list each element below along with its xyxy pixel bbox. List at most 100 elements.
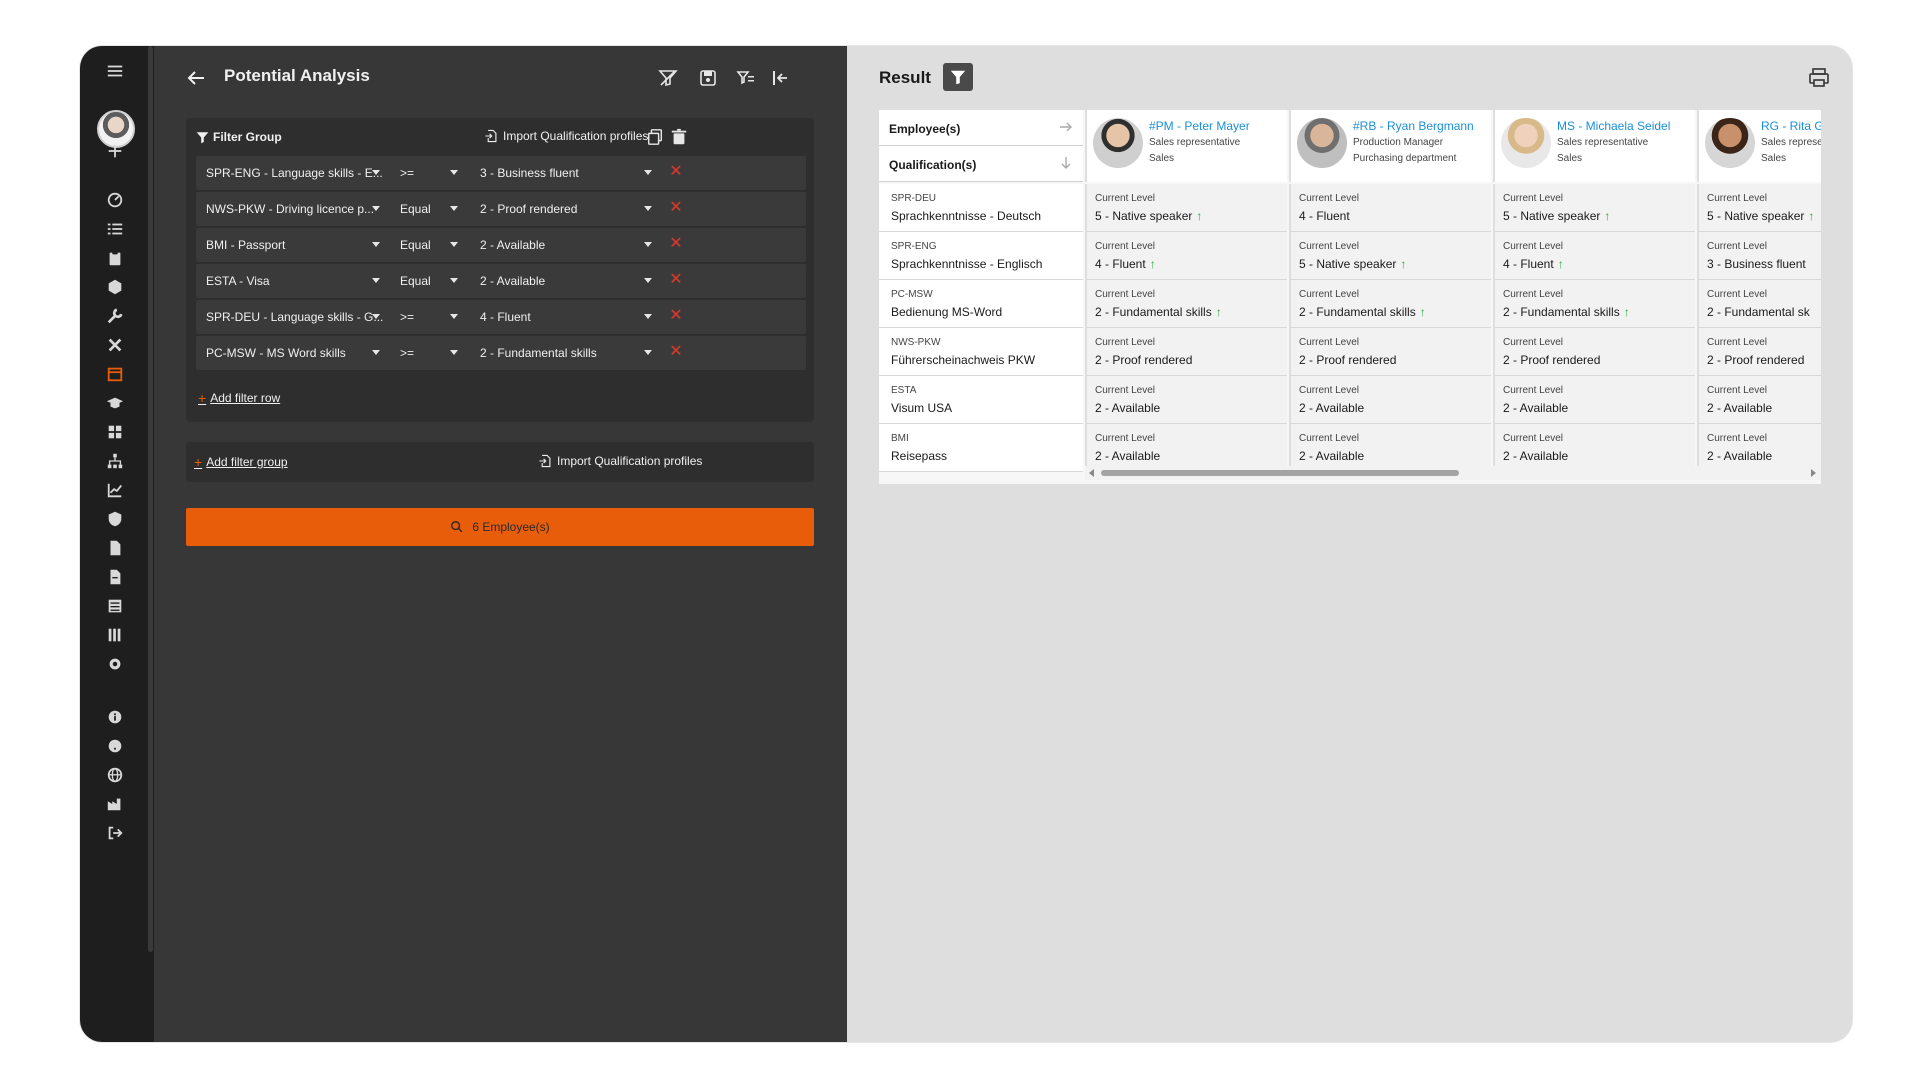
operator-select[interactable]: Equal [400, 202, 431, 216]
shield-icon[interactable] [98, 504, 132, 534]
operator-select[interactable]: >= [400, 346, 414, 360]
chevron-down-icon[interactable] [644, 242, 652, 247]
operator-select[interactable]: Equal [400, 274, 431, 288]
remove-row-icon[interactable]: ✕ [668, 344, 684, 360]
help-icon[interactable] [98, 731, 132, 761]
employees-row-header[interactable]: Employee(s) [879, 110, 1083, 146]
qualification-code: NWS-PKW [891, 337, 941, 348]
list-icon[interactable] [98, 591, 132, 621]
qualification-select[interactable]: BMI - Passport [206, 238, 285, 252]
level-select[interactable]: 2 - Available [480, 274, 545, 288]
document-icon[interactable] [98, 562, 132, 592]
level-select[interactable]: 2 - Available [480, 238, 545, 252]
gear-icon[interactable] [98, 649, 132, 679]
chevron-down-icon[interactable] [372, 350, 380, 355]
arrow-down-icon[interactable] [1059, 156, 1073, 170]
qualification-select[interactable]: PC-MSW - MS Word skills [206, 346, 346, 360]
hamburger-menu-icon[interactable] [98, 56, 132, 86]
chevron-down-icon[interactable] [450, 350, 458, 355]
remove-row-icon[interactable]: ✕ [668, 164, 684, 180]
chevron-down-icon[interactable] [372, 314, 380, 319]
chevron-down-icon[interactable] [450, 170, 458, 175]
operator-select[interactable]: Equal [400, 238, 431, 252]
employee-name-link[interactable]: #RB - Ryan Bergmann [1353, 119, 1474, 133]
chevron-down-icon[interactable] [644, 206, 652, 211]
clipboard-icon[interactable] [98, 243, 132, 273]
trash-icon[interactable] [670, 128, 688, 146]
calendar-icon[interactable] [98, 359, 132, 389]
employee-role: Sales represe [1761, 137, 1821, 148]
save-icon[interactable] [694, 64, 722, 92]
remove-row-icon[interactable]: ✕ [668, 200, 684, 216]
collapse-panel-icon[interactable] [766, 64, 794, 92]
dashboard-icon[interactable] [98, 185, 132, 215]
search-employees-button[interactable]: 6 Employee(s) [186, 508, 814, 546]
filter-list-icon[interactable] [732, 64, 760, 92]
logout-icon[interactable] [98, 818, 132, 848]
chevron-down-icon[interactable] [644, 278, 652, 283]
qualification-select[interactable]: SPR-DEU - Language skills - G... [206, 310, 383, 324]
chevron-down-icon[interactable] [644, 350, 652, 355]
remove-row-icon[interactable]: ✕ [668, 236, 684, 252]
checklist-icon[interactable] [98, 214, 132, 244]
org-chart-icon[interactable] [98, 446, 132, 476]
level-select[interactable]: 2 - Fundamental skills [480, 346, 597, 360]
qualification-select[interactable]: NWS-PKW - Driving licence p... [206, 202, 374, 216]
employee-card[interactable]: RG - Rita G Sales represe Sales [1697, 110, 1821, 182]
library-icon[interactable] [98, 620, 132, 650]
operator-select[interactable]: >= [400, 166, 414, 180]
document-check-icon[interactable] [98, 533, 132, 563]
box-icon[interactable] [98, 272, 132, 302]
qualifications-row-header[interactable]: Qualification(s) [879, 146, 1083, 182]
chevron-down-icon[interactable] [372, 242, 380, 247]
add-filter-row-link[interactable]: + Add filter row [198, 390, 280, 406]
back-arrow-icon[interactable] [184, 66, 208, 90]
employee-name-link[interactable]: #PM - Peter Mayer [1149, 119, 1250, 133]
remove-row-icon[interactable]: ✕ [668, 272, 684, 288]
chevron-down-icon[interactable] [450, 242, 458, 247]
rail-scrollbar[interactable] [148, 46, 153, 952]
qualification-select[interactable]: ESTA - Visa [206, 274, 270, 288]
graduation-cap-icon[interactable] [98, 388, 132, 418]
scrollbar-thumb[interactable] [1101, 470, 1459, 476]
chevron-down-icon[interactable] [372, 206, 380, 211]
horizontal-scrollbar[interactable] [1085, 466, 1821, 480]
globe-icon[interactable] [98, 760, 132, 790]
import-qualification-profiles-link[interactable]: Import Qualification profiles [538, 454, 702, 468]
chevron-down-icon[interactable] [644, 170, 652, 175]
arrow-right-icon[interactable] [1059, 120, 1073, 134]
employee-card[interactable]: #RB - Ryan Bergmann Production Manager Pur… [1289, 110, 1491, 182]
plus-icon[interactable] [98, 136, 132, 166]
copy-icon[interactable] [646, 128, 664, 146]
operator-select[interactable]: >= [400, 310, 414, 324]
level-select[interactable]: 4 - Fluent [480, 310, 531, 324]
chevron-down-icon[interactable] [450, 278, 458, 283]
scroll-left-icon[interactable] [1089, 469, 1094, 477]
scroll-right-icon[interactable] [1811, 469, 1816, 477]
chevron-down-icon[interactable] [450, 314, 458, 319]
chevron-down-icon[interactable] [450, 206, 458, 211]
employee-card[interactable]: #PM - Peter Mayer Sales representative Sal… [1085, 110, 1287, 182]
employee-name-link[interactable]: RG - Rita G [1761, 119, 1821, 133]
print-icon[interactable] [1807, 66, 1831, 90]
filter-icon[interactable] [943, 63, 973, 91]
info-icon[interactable] [98, 702, 132, 732]
level-select[interactable]: 3 - Business fluent [480, 166, 579, 180]
chevron-down-icon[interactable] [644, 314, 652, 319]
tools-icon[interactable] [98, 330, 132, 360]
chevron-down-icon[interactable] [372, 170, 380, 175]
chevron-down-icon[interactable] [372, 278, 380, 283]
add-filter-group-link[interactable]: + Add filter group [194, 454, 288, 470]
wrench-icon[interactable] [98, 301, 132, 331]
employee-card[interactable]: MS - Michaela Seidel Sales representative… [1493, 110, 1695, 182]
clear-filter-icon[interactable] [654, 64, 682, 92]
level-select[interactable]: 2 - Proof rendered [480, 202, 577, 216]
share-icon[interactable] [98, 417, 132, 447]
remove-row-icon[interactable]: ✕ [668, 308, 684, 324]
chart-icon[interactable] [98, 475, 132, 505]
factory-icon[interactable] [98, 789, 132, 819]
current-level-caption: Current Level [1707, 193, 1768, 204]
employee-name-link[interactable]: MS - Michaela Seidel [1557, 119, 1670, 133]
qualification-select[interactable]: SPR-ENG - Language skills - E... [206, 166, 383, 180]
import-qualification-profiles-link[interactable]: Import Qualification profiles [484, 129, 648, 143]
